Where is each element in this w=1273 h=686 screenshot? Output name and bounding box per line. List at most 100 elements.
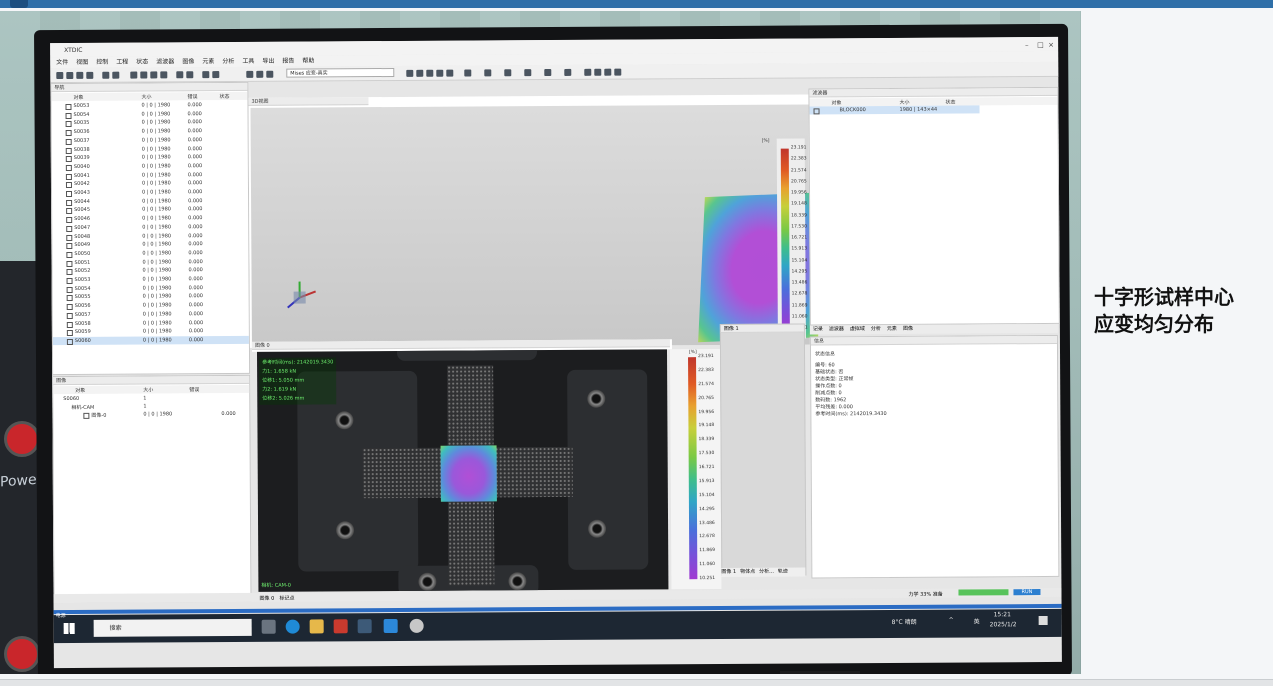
search-icon[interactable] (446, 70, 453, 77)
maximize-icon[interactable]: □ (1037, 41, 1044, 49)
nav-row[interactable]: S00380 | 0 | 19800.000 (52, 144, 248, 153)
mode-icon[interactable] (266, 71, 273, 78)
checkbox[interactable] (66, 147, 72, 153)
layout-icon[interactable] (186, 71, 193, 78)
nav-row[interactable]: S00470 | 0 | 19800.000 (52, 223, 248, 232)
section-icon[interactable] (544, 69, 551, 76)
checkbox[interactable] (67, 321, 73, 327)
new-icon[interactable] (56, 72, 63, 79)
view-single-icon[interactable] (584, 69, 591, 76)
stage-row[interactable]: BLOCK000 1980 | 143×44 (810, 105, 980, 114)
rotate-icon[interactable] (406, 70, 413, 77)
nav-row[interactable]: S00480 | 0 | 19800.000 (52, 231, 248, 240)
nav-row[interactable]: S00400 | 0 | 19800.000 (52, 162, 248, 171)
checkbox[interactable] (814, 108, 820, 114)
view-split-icon[interactable] (594, 69, 601, 76)
checkbox[interactable] (67, 330, 73, 336)
nav-row[interactable]: S00510 | 0 | 19800.000 (52, 257, 248, 266)
tool-icon-3[interactable] (150, 71, 157, 78)
checkbox[interactable] (66, 234, 72, 240)
right-tab[interactable]: 元素 (887, 325, 897, 334)
nav-row[interactable]: S00580 | 0 | 19800.000 (53, 318, 249, 327)
camera-icon[interactable] (102, 72, 109, 79)
middle-tab[interactable]: 轨迹 (778, 568, 788, 577)
nav-row[interactable]: S00570 | 0 | 19800.000 (53, 310, 249, 319)
zoom-fit-icon[interactable] (436, 70, 443, 77)
cross-icon[interactable] (484, 69, 491, 76)
bottom-tab-image[interactable]: 图像 0 (259, 595, 274, 602)
app-icon[interactable] (358, 619, 372, 633)
ime-indicator[interactable]: 英 (974, 616, 980, 625)
view3d-tab[interactable]: 3D视图 (248, 97, 368, 106)
wps-icon[interactable] (334, 619, 348, 633)
measure-icon[interactable] (504, 69, 511, 76)
middle-tab[interactable]: 物体点 (740, 568, 755, 577)
tool-icon-2[interactable] (140, 71, 147, 78)
nav-row[interactable]: S00430 | 0 | 19800.000 (52, 188, 248, 197)
checkbox[interactable] (66, 130, 72, 136)
weather-text[interactable]: 8°C 晴朗 (892, 617, 917, 626)
middle-tab[interactable]: 分析... (759, 568, 774, 577)
export-icon[interactable] (86, 72, 93, 79)
camera-image-view[interactable]: 参考时间(ms): 2142019.3430力1: 1.658 kN位移1: 5… (257, 349, 668, 592)
checkbox[interactable] (66, 191, 72, 197)
checkbox[interactable] (66, 252, 72, 258)
checkbox[interactable] (67, 313, 73, 319)
menu-item[interactable]: 图像 (182, 56, 194, 67)
edge-icon[interactable] (286, 620, 300, 634)
checkbox[interactable] (66, 217, 72, 223)
folder-icon[interactable] (310, 619, 324, 633)
open-icon[interactable] (66, 72, 73, 79)
nav-row[interactable]: S00560 | 0 | 19800.000 (53, 301, 249, 310)
nav-row[interactable]: S00530 | 0 | 19800.000 (51, 101, 247, 110)
tool-icon-1[interactable] (130, 72, 137, 79)
record-icon[interactable] (112, 72, 119, 79)
checkbox[interactable] (66, 182, 72, 188)
view3d-canvas[interactable]: [%] 23.19122.38321.57420.76519.95619.148… (250, 104, 809, 347)
zoom-icon[interactable] (426, 70, 433, 77)
checkbox[interactable] (67, 295, 73, 301)
stop-icon[interactable] (212, 71, 219, 78)
pan-icon[interactable] (416, 70, 423, 77)
right-tab[interactable]: 记录 (813, 325, 823, 334)
bars-icon[interactable] (524, 69, 531, 76)
nav-row[interactable]: S00490 | 0 | 19800.000 (52, 240, 248, 249)
menu-item[interactable]: 滤波器 (156, 56, 174, 67)
nav-row[interactable]: S00360 | 0 | 19800.000 (52, 127, 248, 136)
filter-icon[interactable] (564, 69, 571, 76)
checkbox[interactable] (66, 139, 72, 145)
checkbox[interactable] (66, 200, 72, 206)
checkbox[interactable] (66, 165, 72, 171)
nav-row[interactable]: S00440 | 0 | 19800.000 (52, 197, 248, 206)
xtdic-icon[interactable] (384, 619, 398, 633)
nav-row[interactable]: S00500 | 0 | 19800.000 (52, 249, 248, 258)
tray-date[interactable]: 2025/1/2 (990, 621, 1017, 628)
nav-row[interactable]: S00460 | 0 | 19800.000 (52, 214, 248, 223)
right-tab[interactable]: 虚拟域 (850, 325, 865, 334)
minimize-icon[interactable]: – (1025, 41, 1029, 49)
checkbox[interactable] (66, 121, 72, 127)
chat-icon[interactable] (410, 619, 424, 633)
nav-row[interactable]: S00600 | 0 | 19800.000 (53, 336, 249, 345)
task-view-icon[interactable] (262, 620, 276, 634)
tool-icon-4[interactable] (160, 71, 167, 78)
fit-icon[interactable] (256, 71, 263, 78)
save-icon[interactable] (76, 72, 83, 79)
checkbox[interactable] (67, 339, 73, 345)
nav-row[interactable]: S00390 | 0 | 19800.000 (52, 153, 248, 162)
checkbox[interactable] (66, 208, 72, 214)
checkbox[interactable] (66, 269, 72, 275)
menu-item[interactable]: 帮助 (302, 55, 314, 66)
image-tree-row[interactable]: 图像-0 0 | 0 | 1980 0.000 (53, 410, 249, 419)
checkbox[interactable] (66, 113, 72, 119)
checkbox[interactable] (66, 243, 72, 249)
checkbox[interactable] (83, 413, 89, 419)
menu-item[interactable]: 报告 (282, 56, 294, 67)
tray-arrow-icon[interactable]: ^ (949, 617, 954, 624)
result-mode-select[interactable]: Mises 应变-真实 (286, 68, 394, 78)
checkbox[interactable] (66, 156, 72, 162)
select-icon[interactable] (464, 70, 471, 77)
nav-row[interactable]: S00550 | 0 | 19800.000 (53, 292, 249, 301)
right-tab[interactable]: 分析 (871, 325, 881, 334)
nav-row[interactable]: S00540 | 0 | 19800.000 (52, 110, 248, 119)
